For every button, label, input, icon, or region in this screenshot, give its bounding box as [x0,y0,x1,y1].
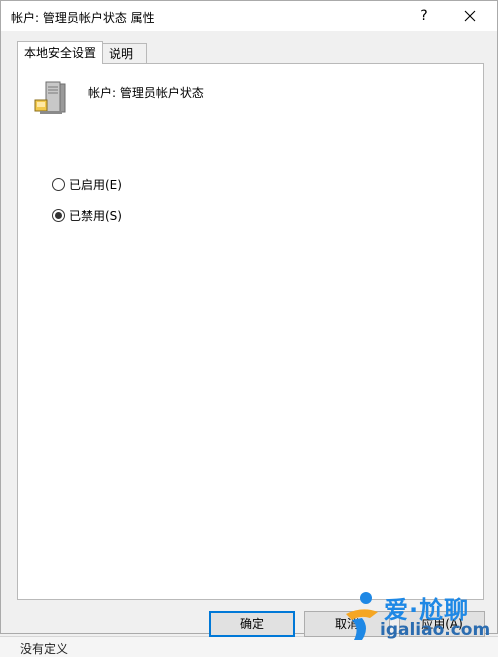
ok-button[interactable]: 确定 [209,611,295,637]
disabled-label: 已禁用(S) [69,208,122,223]
watermark-domain-text: igaliao.com [380,620,491,640]
properties-dialog: 帐户: 管理员帐户状态 属性 ? 本地安全设置 说明 帐户: 管理员帐户状态 已… [0,0,498,637]
close-icon [464,10,476,22]
watermark: 爱·尬聊 igaliao.com [340,586,498,646]
server-computer-icon [34,81,66,114]
enabled-label: 已启用(E) [69,177,122,192]
window-title: 帐户: 管理员帐户状态 属性 [11,11,155,25]
settings-panel: 帐户: 管理员帐户状态 已启用(E) 已禁用(S) [17,63,484,600]
title-bar[interactable]: 帐户: 管理员帐户状态 属性 ? [1,1,497,31]
tab-explain[interactable]: 说明 [102,43,147,63]
close-button[interactable] [447,1,493,31]
watermark-logo-icon [346,592,378,640]
help-button[interactable]: ? [401,1,447,31]
enabled-option[interactable]: 已启用(E) [52,175,122,193]
disabled-radio[interactable] [52,208,65,222]
background-status-text: 没有定义 [20,642,69,656]
policy-name: 帐户: 管理员帐户状态 [88,86,204,100]
tab-local-security-setting[interactable]: 本地安全设置 [17,41,103,64]
disabled-option[interactable]: 已禁用(S) [52,206,122,224]
enabled-radio[interactable] [52,177,65,191]
